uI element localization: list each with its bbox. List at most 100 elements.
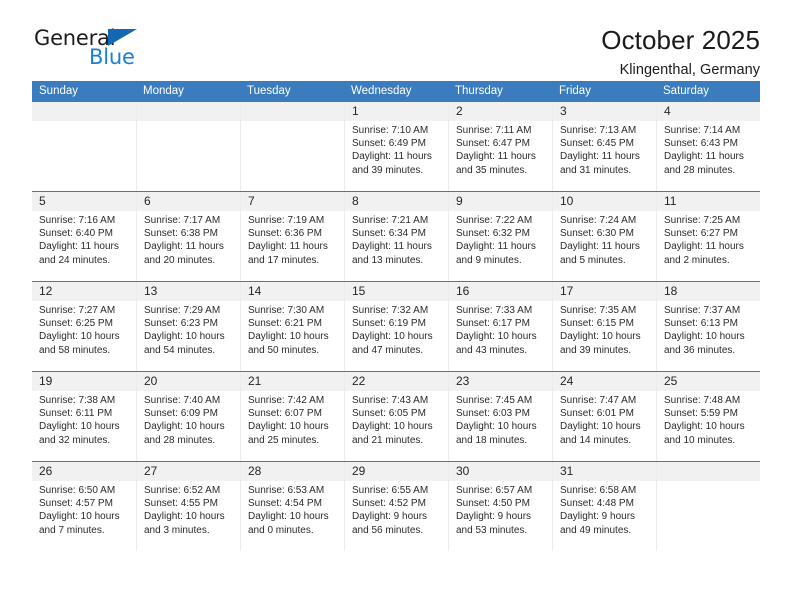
day-number: 6 (137, 192, 240, 211)
day-details: Sunrise: 7:21 AM Sunset: 6:34 PM Daylight:… (345, 211, 448, 267)
sunrise-text: Sunrise: 7:48 AM (664, 395, 741, 406)
day-cell[interactable]: 30 Sunrise: 6:57 AM Sunset: 4:50 PM Dayligh… (448, 462, 552, 551)
sunrise-text: Sunrise: 7:42 AM (248, 395, 325, 406)
day-cell-empty (136, 102, 240, 191)
sunrise-text: Sunrise: 6:55 AM (352, 485, 429, 496)
weekday-saturday: Saturday (663, 85, 710, 97)
day-cell[interactable]: 17 Sunrise: 7:35 AM Sunset: 6:15 PM Dayligh… (552, 282, 656, 371)
day-number: 25 (657, 372, 760, 391)
weekday-sunday: Sunday (39, 85, 79, 97)
day-cell[interactable]: 26 Sunrise: 6:50 AM Sunset: 4:57 PM Dayligh… (32, 462, 136, 551)
day-details: Sunrise: 7:14 AM Sunset: 6:43 PM Daylight:… (657, 121, 760, 177)
day-number (32, 102, 136, 121)
weekday-thursday: Thursday (455, 85, 503, 97)
daylight-text: Daylight: 11 hours and 17 minutes. (248, 241, 328, 266)
day-cell[interactable]: 8 Sunrise: 7:21 AM Sunset: 6:34 PM Daylight… (344, 192, 448, 281)
sunset-text: Sunset: 4:50 PM (456, 498, 530, 510)
day-number: 18 (657, 282, 760, 301)
day-cell[interactable]: 5 Sunrise: 7:16 AM Sunset: 6:40 PM Daylight… (32, 192, 136, 281)
day-cell[interactable]: 20 Sunrise: 7:40 AM Sunset: 6:09 PM Dayligh… (136, 372, 240, 461)
daylight-text: Daylight: 11 hours and 5 minutes. (560, 241, 640, 266)
day-details: Sunrise: 7:35 AM Sunset: 6:15 PM Daylight:… (553, 301, 656, 357)
day-number: 16 (449, 282, 552, 301)
weekday-header-row: Sunday Monday Tuesday Wednesday Thursday… (32, 81, 760, 102)
day-cell[interactable]: 21 Sunrise: 7:42 AM Sunset: 6:07 PM Dayligh… (240, 372, 344, 461)
sunset-text: Sunset: 6:15 PM (560, 318, 634, 330)
day-cell[interactable]: 31 Sunrise: 6:58 AM Sunset: 4:48 PM Dayligh… (552, 462, 656, 551)
sunset-text: Sunset: 6:47 PM (456, 138, 530, 150)
calendar-week-row: 1 Sunrise: 7:10 AM Sunset: 6:49 PM Daylight… (32, 102, 760, 191)
sunrise-text: Sunrise: 7:47 AM (560, 395, 637, 406)
sunrise-text: Sunrise: 6:53 AM (248, 485, 325, 496)
day-details: Sunrise: 7:30 AM Sunset: 6:21 PM Daylight:… (241, 301, 344, 357)
day-cell[interactable]: 3 Sunrise: 7:13 AM Sunset: 6:45 PM Daylight… (552, 102, 656, 191)
sunset-text: Sunset: 6:45 PM (560, 138, 634, 150)
day-number: 7 (241, 192, 344, 211)
day-cell[interactable]: 4 Sunrise: 7:14 AM Sunset: 6:43 PM Daylight… (656, 102, 760, 191)
day-number: 5 (32, 192, 136, 211)
sunrise-text: Sunrise: 7:24 AM (560, 215, 637, 226)
daylight-text: Daylight: 10 hours and 58 minutes. (39, 331, 120, 356)
daylight-text: Daylight: 11 hours and 28 minutes. (664, 151, 744, 176)
daylight-text: Daylight: 11 hours and 2 minutes. (664, 241, 744, 266)
sunset-text: Sunset: 6:49 PM (352, 138, 426, 150)
day-number: 12 (32, 282, 136, 301)
day-cell[interactable]: 14 Sunrise: 7:30 AM Sunset: 6:21 PM Dayligh… (240, 282, 344, 371)
calendar-page: General Blue October 2025 Klingenthal, G… (0, 0, 792, 612)
day-cell[interactable]: 7 Sunrise: 7:19 AM Sunset: 6:36 PM Daylight… (240, 192, 344, 281)
day-cell[interactable]: 13 Sunrise: 7:29 AM Sunset: 6:23 PM Dayligh… (136, 282, 240, 371)
day-details: Sunrise: 7:22 AM Sunset: 6:32 PM Daylight:… (449, 211, 552, 267)
day-number: 27 (137, 462, 240, 481)
day-cell[interactable]: 12 Sunrise: 7:27 AM Sunset: 6:25 PM Dayligh… (32, 282, 136, 371)
day-number: 19 (32, 372, 136, 391)
sunset-text: Sunset: 6:11 PM (39, 408, 113, 420)
day-cell[interactable]: 29 Sunrise: 6:55 AM Sunset: 4:52 PM Dayligh… (344, 462, 448, 551)
day-cell[interactable]: 15 Sunrise: 7:32 AM Sunset: 6:19 PM Dayligh… (344, 282, 448, 371)
daylight-text: Daylight: 10 hours and 32 minutes. (39, 421, 120, 446)
daylight-text: Daylight: 11 hours and 13 minutes. (352, 241, 432, 266)
day-cell[interactable]: 25 Sunrise: 7:48 AM Sunset: 5:59 PM Dayligh… (656, 372, 760, 461)
day-cell[interactable]: 2 Sunrise: 7:11 AM Sunset: 6:47 PM Daylight… (448, 102, 552, 191)
day-details: Sunrise: 6:50 AM Sunset: 4:57 PM Daylight:… (32, 481, 136, 537)
day-cell-empty (656, 462, 760, 551)
day-details: Sunrise: 7:42 AM Sunset: 6:07 PM Daylight:… (241, 391, 344, 447)
day-details: Sunrise: 7:29 AM Sunset: 6:23 PM Daylight:… (137, 301, 240, 357)
page-title: October 2025 (601, 25, 760, 55)
daylight-text: Daylight: 9 hours and 49 minutes. (560, 511, 636, 536)
day-cell[interactable]: 11 Sunrise: 7:25 AM Sunset: 6:27 PM Dayligh… (656, 192, 760, 281)
day-cell[interactable]: 18 Sunrise: 7:37 AM Sunset: 6:13 PM Dayligh… (656, 282, 760, 371)
daylight-text: Daylight: 10 hours and 18 minutes. (456, 421, 537, 446)
sunrise-text: Sunrise: 7:21 AM (352, 215, 429, 226)
calendar-grid: Sunday Monday Tuesday Wednesday Thursday… (32, 81, 760, 551)
sunrise-text: Sunrise: 6:52 AM (144, 485, 221, 496)
day-cell[interactable]: 6 Sunrise: 7:17 AM Sunset: 6:38 PM Daylight… (136, 192, 240, 281)
sunset-text: Sunset: 6:13 PM (664, 318, 738, 330)
day-cell[interactable]: 16 Sunrise: 7:33 AM Sunset: 6:17 PM Dayligh… (448, 282, 552, 371)
daylight-text: Daylight: 10 hours and 10 minutes. (664, 421, 745, 446)
day-details: Sunrise: 7:37 AM Sunset: 6:13 PM Daylight:… (657, 301, 760, 357)
day-number: 10 (553, 192, 656, 211)
day-details: Sunrise: 7:27 AM Sunset: 6:25 PM Daylight:… (32, 301, 136, 357)
day-cell[interactable]: 27 Sunrise: 6:52 AM Sunset: 4:55 PM Dayligh… (136, 462, 240, 551)
day-cell[interactable]: 10 Sunrise: 7:24 AM Sunset: 6:30 PM Dayligh… (552, 192, 656, 281)
general-blue-logo[interactable]: General Blue (32, 26, 152, 74)
daylight-text: Daylight: 11 hours and 20 minutes. (144, 241, 224, 266)
day-cell[interactable]: 22 Sunrise: 7:43 AM Sunset: 6:05 PM Dayligh… (344, 372, 448, 461)
sunset-text: Sunset: 4:48 PM (560, 498, 634, 510)
day-details: Sunrise: 7:47 AM Sunset: 6:01 PM Daylight:… (553, 391, 656, 447)
day-details: Sunrise: 7:16 AM Sunset: 6:40 PM Daylight:… (32, 211, 136, 267)
day-details: Sunrise: 7:45 AM Sunset: 6:03 PM Daylight:… (449, 391, 552, 447)
day-details: Sunrise: 6:58 AM Sunset: 4:48 PM Daylight:… (553, 481, 656, 537)
day-cell[interactable]: 1 Sunrise: 7:10 AM Sunset: 6:49 PM Daylight… (344, 102, 448, 191)
sunset-text: Sunset: 4:55 PM (144, 498, 218, 510)
day-cell[interactable]: 23 Sunrise: 7:45 AM Sunset: 6:03 PM Dayligh… (448, 372, 552, 461)
daylight-text: Daylight: 10 hours and 39 minutes. (560, 331, 641, 356)
day-cell[interactable]: 24 Sunrise: 7:47 AM Sunset: 6:01 PM Dayligh… (552, 372, 656, 461)
day-cell[interactable]: 28 Sunrise: 6:53 AM Sunset: 4:54 PM Dayligh… (240, 462, 344, 551)
sunrise-text: Sunrise: 7:13 AM (560, 125, 637, 136)
day-cell[interactable]: 9 Sunrise: 7:22 AM Sunset: 6:32 PM Daylight… (448, 192, 552, 281)
day-number: 23 (449, 372, 552, 391)
sunrise-text: Sunrise: 7:35 AM (560, 305, 637, 316)
day-cell[interactable]: 19 Sunrise: 7:38 AM Sunset: 6:11 PM Dayligh… (32, 372, 136, 461)
day-number: 8 (345, 192, 448, 211)
